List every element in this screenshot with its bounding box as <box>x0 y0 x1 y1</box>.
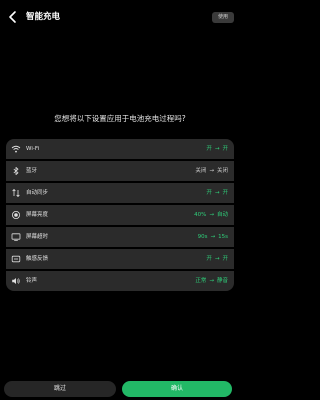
settings-list: Wi-Fi 开 → 开 蓝牙 关闭 → 关闭 自动同步 开 → 开 屏幕亮度 4… <box>6 139 234 291</box>
setting-to-value: 开 <box>222 190 228 196</box>
arrow-right-icon: → <box>209 212 214 218</box>
sound-icon <box>11 276 21 286</box>
page-title: 智能充电 <box>26 12 61 22</box>
arrow-right-icon: → <box>214 190 220 196</box>
setting-from-value: 关闭 <box>195 168 207 174</box>
setting-to-value: 静音 <box>216 278 228 284</box>
use-button[interactable]: 使用 <box>212 12 234 23</box>
arrow-right-icon: → <box>210 234 216 240</box>
setting-label: 铃声 <box>26 278 38 284</box>
setting-from-value: 开 <box>206 256 212 262</box>
setting-change: 关闭 → 关闭 <box>195 161 228 181</box>
setting-to-value: 开 <box>222 256 228 262</box>
wifi-icon <box>11 144 21 154</box>
setting-to-value: 15s <box>218 234 228 240</box>
setting-label: Wi-Fi <box>26 146 40 152</box>
setting-to-value: 自动 <box>216 212 228 218</box>
apply-settings-question: 您想将以下设置应用于电池充电过程吗? <box>54 114 186 123</box>
arrow-right-icon: → <box>209 168 214 174</box>
setting-label: 蓝牙 <box>26 168 38 174</box>
app-header: 智能充电 使用 <box>0 0 240 36</box>
setting-from-value: 开 <box>206 146 212 152</box>
haptic-icon <box>11 254 21 264</box>
setting-change: 开 → 开 <box>206 249 228 269</box>
setting-change: 开 → 开 <box>206 139 228 159</box>
back-arrow-icon[interactable] <box>6 10 20 24</box>
setting-label: 屏幕亮度 <box>26 212 49 218</box>
arrow-right-icon: → <box>214 146 220 152</box>
setting-row-auto-sync[interactable]: 自动同步 开 → 开 <box>6 183 234 203</box>
setting-to-value: 开 <box>222 146 228 152</box>
arrow-right-icon: → <box>214 256 220 262</box>
setting-change: 正常 → 静音 <box>195 271 228 291</box>
confirm-button[interactable]: 确认 <box>122 381 232 397</box>
setting-row-wifi[interactable]: Wi-Fi 开 → 开 <box>6 139 234 159</box>
setting-row-screen-timeout[interactable]: 屏幕超时 90s → 15s <box>6 227 234 247</box>
setting-row-haptic-feedback[interactable]: 触感反馈 开 → 开 <box>6 249 234 269</box>
setting-change: 40% → 自动 <box>194 205 228 225</box>
setting-from-value: 90s <box>197 234 208 240</box>
setting-change: 90s → 15s <box>198 227 228 247</box>
setting-from-value: 开 <box>206 190 212 196</box>
arrow-right-icon: → <box>209 278 214 284</box>
setting-change: 开 → 开 <box>206 183 228 203</box>
skip-button[interactable]: 跳过 <box>4 381 116 397</box>
setting-from-value: 正常 <box>195 278 207 284</box>
setting-label: 触感反馈 <box>26 256 49 262</box>
setting-to-value: 关闭 <box>216 168 228 174</box>
bluetooth-icon <box>11 166 21 176</box>
setting-row-bluetooth[interactable]: 蓝牙 关闭 → 关闭 <box>6 161 234 181</box>
brightness-icon <box>11 210 21 220</box>
sync-icon <box>11 188 21 198</box>
setting-label: 自动同步 <box>26 190 49 196</box>
timeout-icon <box>11 232 21 242</box>
setting-label: 屏幕超时 <box>26 234 49 240</box>
setting-row-ringtone[interactable]: 铃声 正常 → 静音 <box>6 271 234 291</box>
setting-from-value: 40% <box>194 212 207 218</box>
setting-row-brightness[interactable]: 屏幕亮度 40% → 自动 <box>6 205 234 225</box>
